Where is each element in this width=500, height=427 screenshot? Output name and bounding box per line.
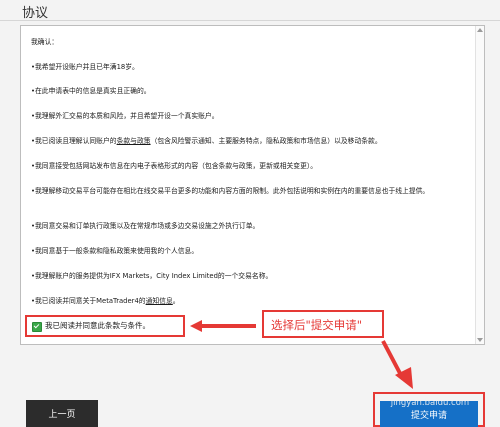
agreement-item: •在此申请表中的信息是真实且正确的。 — [31, 87, 151, 95]
agree-checkbox-label[interactable]: 我已阅读并同意此条款与条件。 — [45, 320, 150, 331]
scrollbar[interactable] — [475, 26, 484, 344]
checkmark-icon — [33, 322, 40, 329]
title-divider — [0, 20, 500, 21]
agreement-item: •我同意交易和订单执行政策以及在常规市场或多边交易设施之外执行订单。 — [31, 222, 260, 230]
agreement-panel[interactable]: 我确认： •我希望开设账户并且已年满18岁。 •在此申请表中的信息是真实且正确的… — [20, 25, 485, 345]
agreement-item: •我已阅读并同意关于MetaTrader4的通知信息。 — [31, 297, 180, 305]
notice-info-link[interactable]: 通知信息 — [146, 297, 173, 305]
agreement-item: 我确认： — [31, 38, 59, 46]
instruction-callout: 选择后"提交申请" — [262, 310, 384, 338]
arrow-shaft — [200, 324, 256, 328]
section-title: 协议 — [22, 6, 49, 21]
scroll-down-icon[interactable] — [477, 338, 483, 342]
terms-policy-link[interactable]: 条款与政策 — [117, 137, 151, 145]
checkbox-highlight-frame: 我已阅读并同意此条款与条件。 — [25, 315, 185, 337]
previous-page-button[interactable]: 上一页 — [26, 400, 98, 427]
agreement-item: •我同意接受包括网站发布信息在内电子表格形式的内容（包含条款与政策，更新或相关变… — [31, 162, 318, 170]
scroll-up-icon[interactable] — [477, 28, 483, 32]
instruction-text: 选择后"提交申请" — [271, 318, 363, 332]
agreement-item: •我同意基于一般条款和隐私政策来使用我的个人信息。 — [31, 247, 199, 255]
agree-checkbox[interactable] — [32, 322, 42, 332]
agreement-item: •我理解外汇交易的本质和风险，并且希望开设一个真实账户。 — [31, 112, 219, 120]
agreement-item: •我理解账户的服务提供为IFX Markets，City Index Limit… — [31, 272, 273, 280]
agreement-item: •我已阅读且理解认同账户的条款与政策（包含风险警示通知、主要服务特点，隐私政策和… — [31, 137, 382, 145]
agreement-item: •我理解移动交易平台可能存在相比在线交易平台更多的功能和内容方面的限制。此外包括… — [31, 187, 430, 195]
agreement-item: •我希望开设账户并且已年满18岁。 — [31, 63, 139, 71]
watermark: jingyan.baidu.com — [390, 398, 470, 408]
